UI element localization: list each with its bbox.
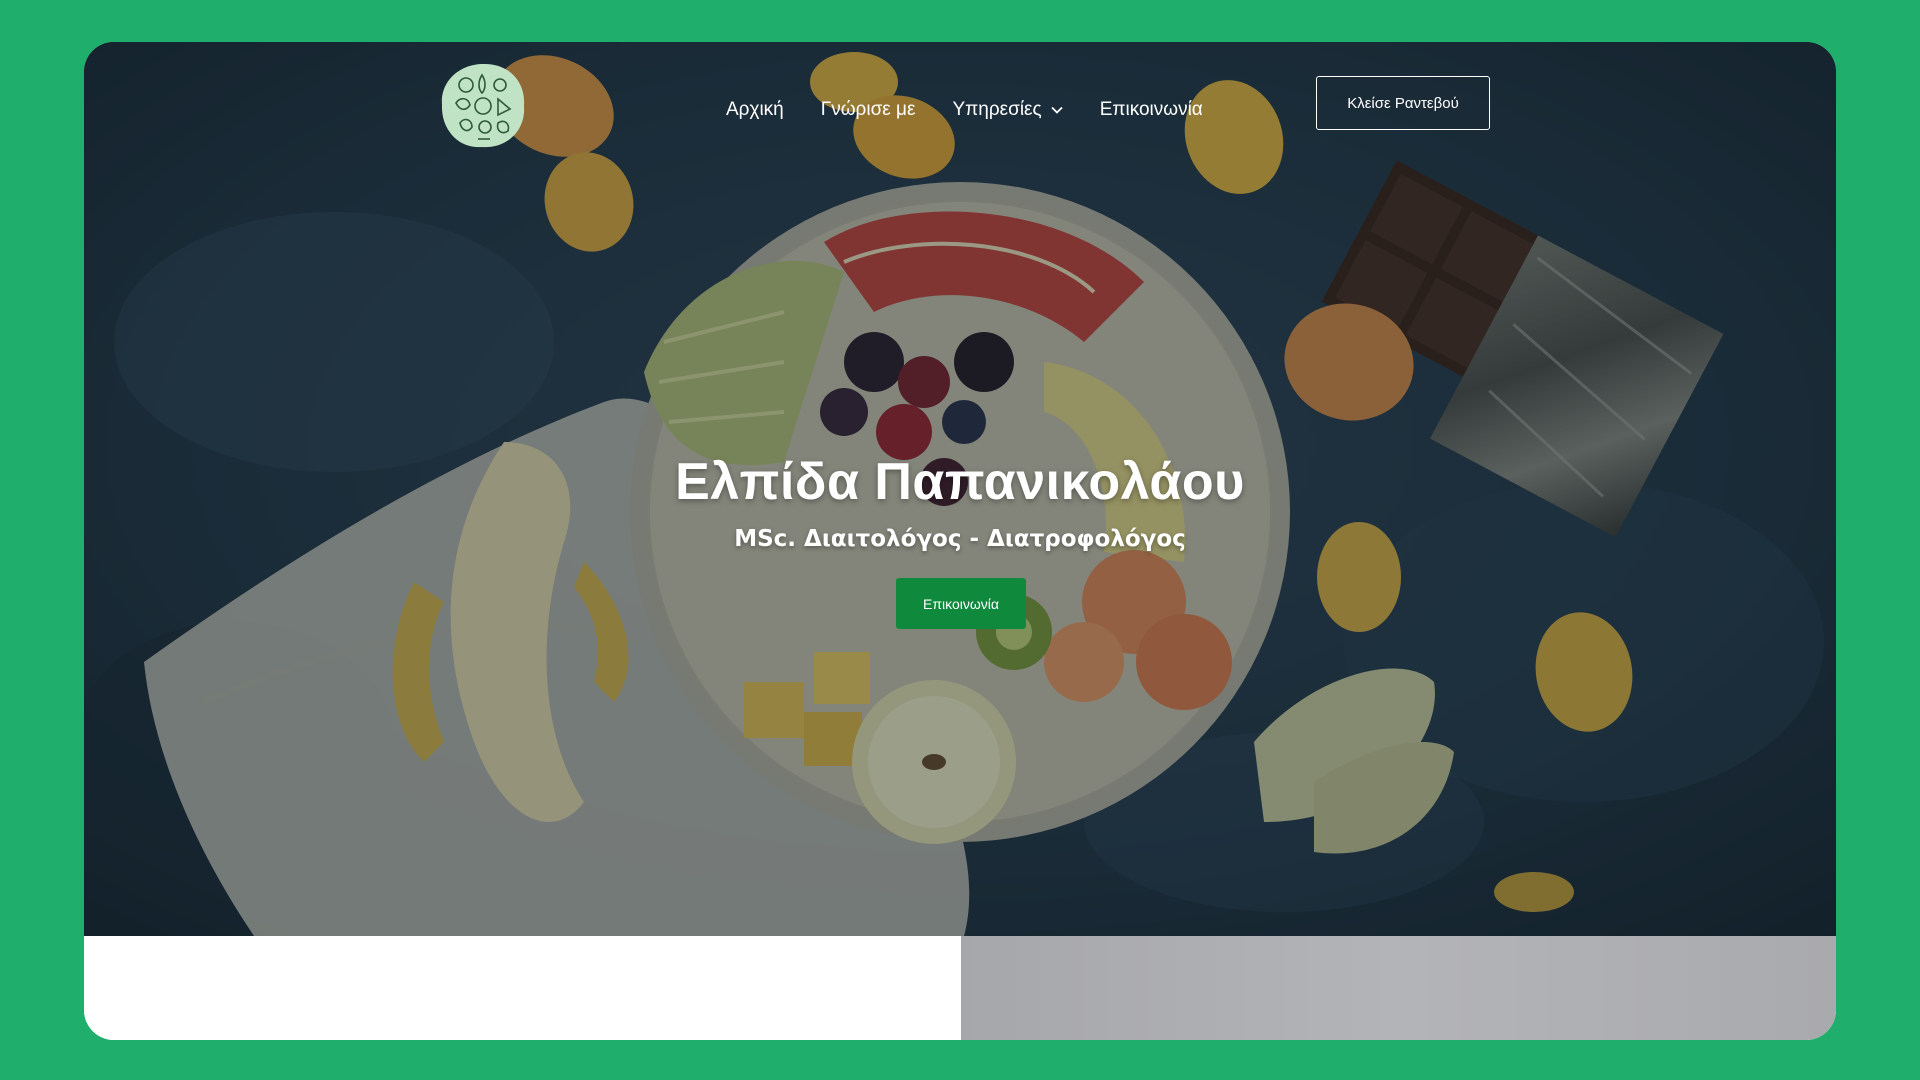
contact-cta-button[interactable]: Επικοινωνία	[896, 578, 1026, 629]
nav-item-label: Υπηρεσίες	[952, 99, 1042, 120]
hero-section: Αρχική Γνώρισε με Υπηρεσίες Επικοινωνία …	[84, 42, 1836, 936]
nav-item-home[interactable]: Αρχική	[726, 99, 784, 121]
hero-subtitle: MSc. Διαιτολόγος - Διατροφολόγος	[734, 526, 1186, 552]
nav-item-label: Αρχική	[726, 99, 784, 120]
nav-item-label: Γνώρισε με	[820, 99, 916, 120]
nav-item-about[interactable]: Γνώρισε με	[821, 99, 916, 121]
content-section-left	[84, 936, 961, 1040]
chevron-down-icon	[1051, 106, 1063, 114]
nav-item-label: Επικοινωνία	[1099, 99, 1203, 120]
fruit-and-vegetable-circle-logo-icon[interactable]	[438, 61, 528, 151]
main-navigation: Αρχική Γνώρισε με Υπηρεσίες Επικοινωνία	[726, 90, 1240, 130]
hero-title: Ελπίδα Παπανικολάου	[675, 453, 1245, 511]
nav-item-services[interactable]: Υπηρεσίες	[952, 99, 1063, 121]
content-section-image	[961, 936, 1836, 1040]
website-frame: Αρχική Γνώρισε με Υπηρεσίες Επικοινωνία …	[84, 42, 1836, 1040]
nav-item-contact[interactable]: Επικοινωνία	[1100, 99, 1203, 121]
book-appointment-button[interactable]: Κλείσε Ραντεβού	[1316, 76, 1490, 130]
